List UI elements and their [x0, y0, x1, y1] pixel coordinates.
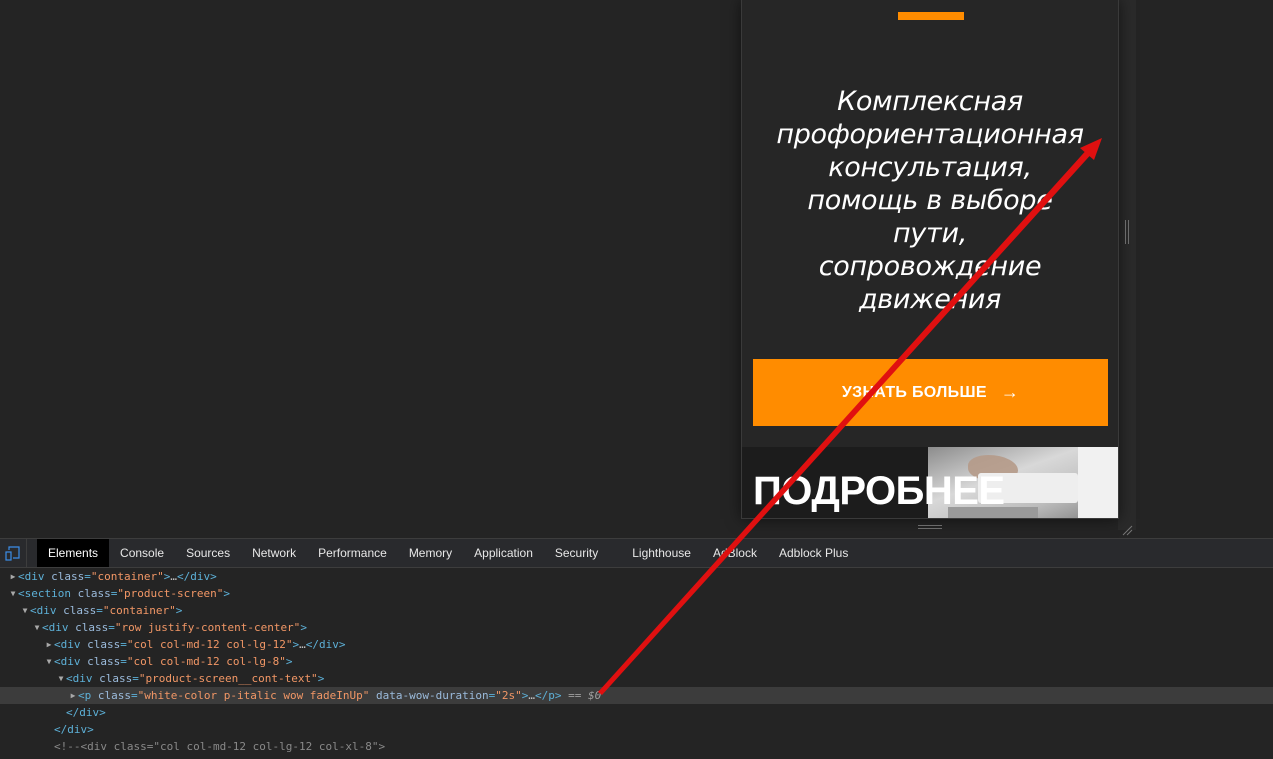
dom-node[interactable]: ▼ <div class="container">	[0, 602, 1273, 619]
more-section-title: ПОДРОБНЕЕ	[753, 469, 1005, 513]
device-toolbar-toggle[interactable]	[0, 539, 27, 567]
tab-adblock[interactable]: AdBlock	[702, 539, 768, 567]
expand-triangle-icon[interactable]: ▶	[68, 687, 78, 704]
dom-node[interactable]: ▼ <div class="product-screen__cont-text">	[0, 670, 1273, 687]
tab-sources[interactable]: Sources	[175, 539, 241, 567]
expand-triangle-icon[interactable]: ▶	[8, 568, 18, 585]
learn-more-label: УЗНАТЬ БОЛЬШЕ	[841, 383, 987, 401]
dom-node[interactable]: ▼ <section class="product-screen">	[0, 585, 1273, 602]
devtools-tabbar: Elements Console Sources Network Perform…	[0, 539, 1273, 568]
collapse-triangle-icon[interactable]: ▼	[56, 670, 66, 687]
viewport-resize-corner-icon[interactable]	[1121, 521, 1133, 536]
selected-node-marker: $0	[588, 689, 602, 702]
dom-node[interactable]: ▶ <div class="container">…</div>	[0, 568, 1273, 585]
more-section: ПОДРОБНЕЕ	[742, 447, 1118, 518]
viewport-resize-handle-bottom[interactable]	[918, 524, 942, 530]
arrow-right-icon: →	[1000, 382, 1020, 402]
dom-node[interactable]: </div>	[0, 721, 1273, 738]
viewport-resize-handle-right[interactable]	[1124, 220, 1130, 244]
page-viewport: Комплексная профориентационная консульта…	[0, 0, 1273, 538]
tab-lighthouse[interactable]: Lighthouse	[621, 539, 702, 567]
collapse-triangle-icon[interactable]: ▼	[20, 602, 30, 619]
dom-comment[interactable]: <!--<div class="col col-md-12 col-lg-12 …	[0, 738, 1273, 755]
accent-bar	[898, 12, 964, 20]
hero-text: Комплексная профориентационная консульта…	[776, 86, 1084, 315]
tab-security[interactable]: Security	[544, 539, 609, 567]
tab-network[interactable]: Network	[241, 539, 307, 567]
device-mode-icon	[5, 546, 20, 561]
viewport-gutter	[1118, 0, 1136, 530]
dom-node[interactable]: ▼ <div class="row justify-content-center"…	[0, 619, 1273, 636]
dom-tree: ▶ <div class="container">…</div> ▼ <sectio…	[0, 568, 1273, 759]
dom-node-selected[interactable]: ▶ <p class="white-color p-italic wow fade…	[0, 687, 1273, 704]
dom-node[interactable]: </div>	[0, 704, 1273, 721]
expand-triangle-icon[interactable]: ▶	[44, 636, 54, 653]
tab-adblock-plus[interactable]: Adblock Plus	[768, 539, 859, 567]
collapse-triangle-icon[interactable]: ▼	[32, 619, 42, 636]
tab-application[interactable]: Application	[463, 539, 544, 567]
learn-more-button[interactable]: УЗНАТЬ БОЛЬШЕ →	[753, 359, 1108, 426]
dom-node[interactable]: ▶ <div class="col col-md-12 col-lg-12">…<…	[0, 636, 1273, 653]
tab-memory[interactable]: Memory	[398, 539, 463, 567]
collapse-triangle-icon[interactable]: ▼	[44, 653, 54, 670]
tab-console[interactable]: Console	[109, 539, 175, 567]
device-preview: Комплексная профориентационная консульта…	[741, 0, 1119, 519]
devtools-panel: Elements Console Sources Network Perform…	[0, 538, 1273, 759]
dom-node[interactable]: ▼ <div class="col col-md-12 col-lg-8">	[0, 653, 1273, 670]
collapse-triangle-icon[interactable]: ▼	[8, 585, 18, 602]
tab-performance[interactable]: Performance	[307, 539, 398, 567]
tab-elements[interactable]: Elements	[37, 539, 110, 567]
